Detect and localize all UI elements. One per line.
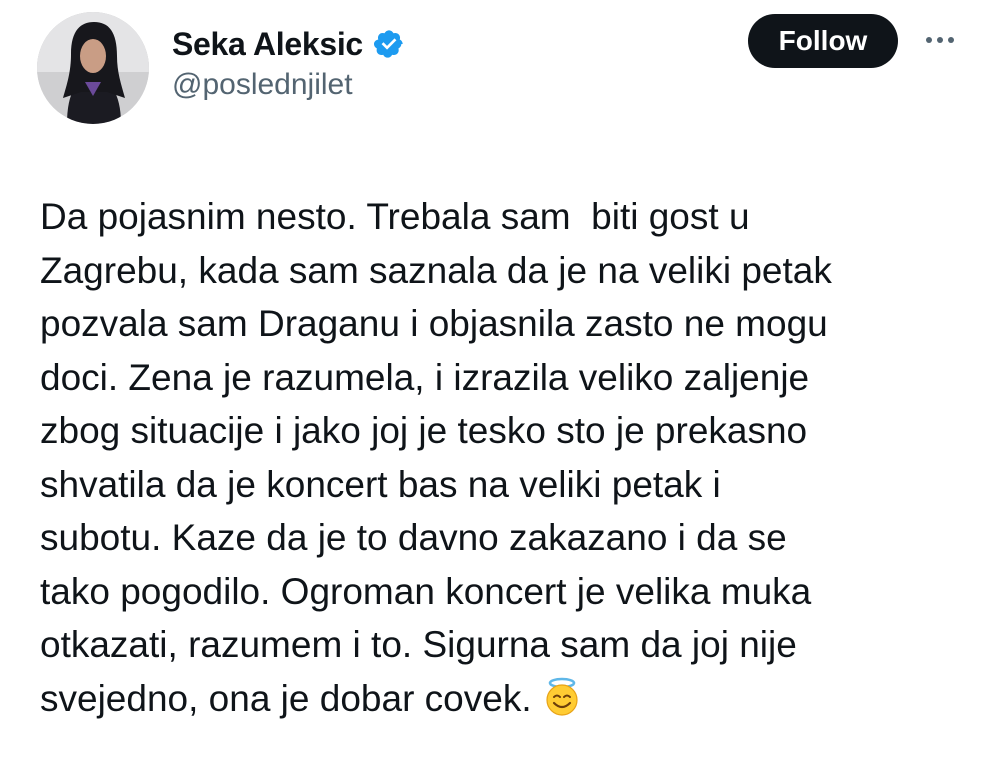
tweet-line: Da pojasnim nesto. Trebala sam biti gost… xyxy=(40,196,750,237)
tweet-card: Seka Aleksic @poslednjilet Follow Da poj… xyxy=(0,0,1000,762)
dot xyxy=(926,37,932,43)
tweet-line: shvatila da je koncert bas na veliki pet… xyxy=(40,463,721,505)
avatar[interactable] xyxy=(37,12,149,124)
tweet-line: pozvala sam Draganu i objasnila zasto ne… xyxy=(40,303,828,344)
tweet-last-line: svejedno, ona je dobar covek. xyxy=(40,672,980,726)
tweet-line: zbog situacije i jako joj je tesko sto j… xyxy=(40,410,808,451)
more-dots-icon[interactable] xyxy=(918,20,962,60)
tweet-line: doci. Zena je razumela, i izrazila velik… xyxy=(40,356,810,398)
follow-button[interactable]: Follow xyxy=(748,14,898,68)
user-handle[interactable]: @poslednjilet xyxy=(172,68,353,102)
verified-badge-icon xyxy=(373,28,405,60)
dot xyxy=(948,37,954,43)
tweet-line: Zagrebu, kada sam saznala da je na velik… xyxy=(40,249,832,291)
dot xyxy=(937,37,943,43)
tweet-line-text: svejedno, ona je dobar covek. xyxy=(40,677,532,719)
tweet-line: subotu. Kaze da je to davno zakazano i d… xyxy=(40,517,787,558)
halo-smiley-icon xyxy=(542,677,582,732)
tweet-text: Da pojasnim nesto. Trebala sam biti gost… xyxy=(40,190,980,725)
profile-photo-icon xyxy=(37,12,149,124)
display-name[interactable]: Seka Aleksic xyxy=(172,26,363,63)
tweet-line: tako pogodilo. Ogroman koncert je velika… xyxy=(40,570,812,612)
name-row: Seka Aleksic xyxy=(172,22,405,66)
tweet-line: otkazati, razumem i to. Sigurna sam da j… xyxy=(40,624,797,665)
